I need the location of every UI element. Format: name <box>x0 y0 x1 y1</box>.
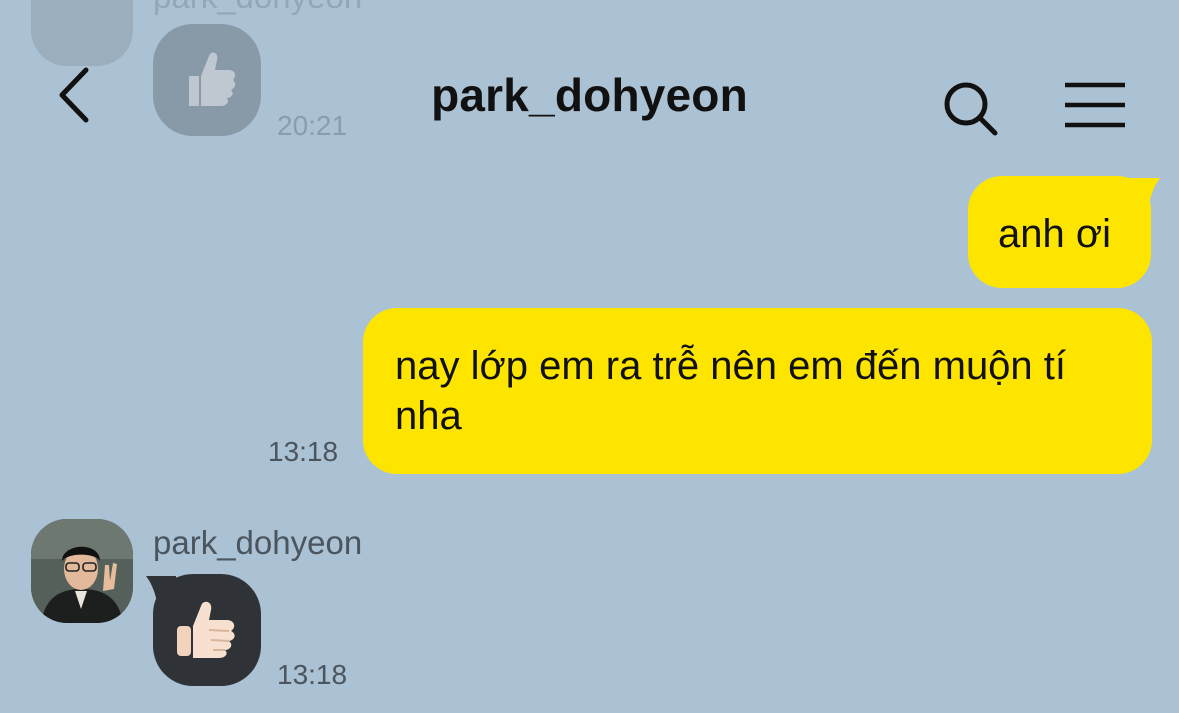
menu-button[interactable] <box>1060 80 1130 132</box>
avatar[interactable] <box>31 519 133 623</box>
thumbs-up-emoji: 👍🏻 <box>177 601 235 658</box>
message-timestamp: 13:18 <box>268 436 339 467</box>
chat-header: park_dohyeon <box>0 0 1179 150</box>
message-bubble-outgoing[interactable]: anh ơi <box>968 176 1151 288</box>
message-bubble-incoming[interactable]: 👍🏻 <box>153 574 261 686</box>
message-bubble-outgoing[interactable]: nay lớp em ra trễ nên em đến muộn tí nha <box>363 308 1152 474</box>
sender-name: park_dohyeon <box>153 524 363 561</box>
message-timestamp: 13:18 <box>277 659 348 690</box>
search-button[interactable] <box>938 78 1004 140</box>
hamburger-menu-icon <box>1065 82 1125 128</box>
search-icon <box>944 82 998 136</box>
profile-photo <box>31 519 133 623</box>
message-text: nay lớp em ra trễ nên em đến muộn tí nha <box>395 344 1067 438</box>
message-text: anh ơi <box>998 212 1111 256</box>
